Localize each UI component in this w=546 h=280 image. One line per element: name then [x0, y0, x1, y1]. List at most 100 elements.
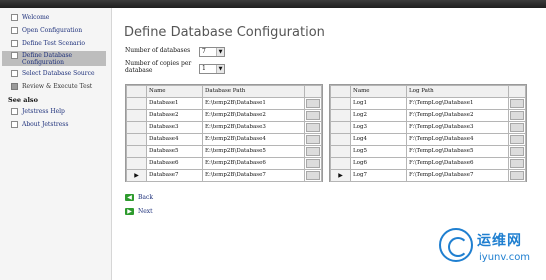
- log-grid[interactable]: Name Log Path Log1 F:\TempLog\Database1 …: [329, 84, 527, 182]
- table-row[interactable]: Database3 E:\temp2B\Database3: [126, 120, 322, 134]
- sidebar-item-label: Review & Execute Test: [22, 83, 93, 90]
- table-row[interactable]: Log4 F:\TempLog\Database4: [330, 132, 526, 146]
- table-row[interactable]: Log6 F:\TempLog\Database6: [330, 156, 526, 170]
- log-path-cell[interactable]: F:\TempLog\Database6: [406, 156, 509, 170]
- column-header-database-path[interactable]: Database Path: [202, 85, 305, 98]
- log-name-cell[interactable]: Log6: [350, 156, 407, 170]
- browse-button[interactable]: [508, 156, 526, 170]
- table-row[interactable]: Database2 E:\temp2B\Database2: [126, 108, 322, 122]
- sidebar-item-label: About Jetstress: [22, 121, 69, 128]
- page-title: Define Database Configuration: [124, 25, 325, 40]
- table-row[interactable]: Database4 E:\temp2B\Database4: [126, 132, 322, 146]
- sidebar-link-jetstress-help[interactable]: Jetstress Help: [2, 108, 110, 115]
- step-checkbox-icon: [11, 52, 18, 59]
- sidebar: Welcome Open Configuration Define Test S…: [0, 8, 112, 280]
- log-path-cell[interactable]: F:\TempLog\Database3: [406, 120, 509, 134]
- row-header-cell: [126, 96, 147, 110]
- browse-button[interactable]: [304, 96, 322, 110]
- database-path-cell[interactable]: E:\temp2B\Database4: [202, 132, 305, 146]
- number-of-databases-select[interactable]: 7 ▼: [199, 47, 225, 57]
- browse-button[interactable]: [508, 132, 526, 146]
- row-header-cell: [330, 144, 351, 158]
- sidebar-item-welcome[interactable]: Welcome: [2, 14, 110, 21]
- step-checkbox-icon: [11, 27, 18, 34]
- browse-button[interactable]: [508, 96, 526, 110]
- table-row[interactable]: Database6 E:\temp2B\Database6: [126, 156, 322, 170]
- log-name-cell[interactable]: Log7: [350, 168, 407, 182]
- row-header-cell: [126, 132, 147, 146]
- see-also-heading: See also: [8, 96, 38, 104]
- browse-button[interactable]: [508, 120, 526, 134]
- database-path-cell[interactable]: E:\temp2B\Database2: [202, 108, 305, 122]
- log-path-cell[interactable]: F:\TempLog\Database4: [406, 132, 509, 146]
- log-path-cell[interactable]: F:\TempLog\Database5: [406, 144, 509, 158]
- table-row[interactable]: Log1 F:\TempLog\Database1: [330, 96, 526, 110]
- database-name-cell[interactable]: Database6: [146, 156, 203, 170]
- database-name-cell[interactable]: Database7: [146, 168, 203, 182]
- column-header-log-path[interactable]: Log Path: [406, 85, 509, 98]
- row-header-cell: [126, 144, 147, 158]
- log-name-cell[interactable]: Log5: [350, 144, 407, 158]
- database-name-cell[interactable]: Database2: [146, 108, 203, 122]
- chevron-down-icon: ▼: [216, 65, 224, 73]
- browse-button[interactable]: [508, 108, 526, 122]
- database-grid[interactable]: Name Database Path Database1 E:\temp2B\D…: [125, 84, 323, 182]
- sidebar-item-define-test-scenario[interactable]: Define Test Scenario: [2, 40, 110, 47]
- step-checkbox-icon: [11, 70, 18, 77]
- back-button[interactable]: ◀ Back: [125, 194, 153, 201]
- next-button[interactable]: ▶ Next: [125, 208, 153, 215]
- table-row[interactable]: Database1 E:\temp2B\Database1: [126, 96, 322, 110]
- log-path-cell[interactable]: F:\TempLog\Database2: [406, 108, 509, 122]
- database-path-cell[interactable]: E:\temp2B\Database5: [202, 144, 305, 158]
- log-path-cell[interactable]: F:\TempLog\Database7: [406, 168, 509, 182]
- number-of-databases-value: 7: [202, 48, 206, 55]
- table-row[interactable]: ▶ Log7 F:\TempLog\Database7: [330, 168, 526, 182]
- row-header-cell: [330, 120, 351, 134]
- database-name-cell[interactable]: Database4: [146, 132, 203, 146]
- browse-button[interactable]: [304, 144, 322, 158]
- browse-button[interactable]: [508, 168, 526, 182]
- database-name-cell[interactable]: Database3: [146, 120, 203, 134]
- browse-button[interactable]: [304, 168, 322, 182]
- next-arrow-icon: ▶: [125, 208, 134, 215]
- sidebar-item-label: Define Database Configuration: [22, 52, 73, 66]
- database-name-cell[interactable]: Database5: [146, 144, 203, 158]
- column-header-name[interactable]: Name: [146, 85, 203, 98]
- database-path-cell[interactable]: E:\temp2B\Database1: [202, 96, 305, 110]
- sidebar-item-open-configuration[interactable]: Open Configuration: [2, 27, 110, 34]
- watermark-logo-icon: [439, 228, 473, 262]
- sidebar-item-label: Define Test Scenario: [22, 40, 86, 47]
- sidebar-item-select-database-source[interactable]: Select Database Source: [2, 70, 110, 77]
- database-name-cell[interactable]: Database1: [146, 96, 203, 110]
- number-of-copies-select[interactable]: 1 ▼: [199, 64, 225, 74]
- step-checkbox-icon: [11, 40, 18, 47]
- step-checkbox-icon: [11, 14, 18, 21]
- sidebar-item-label: Welcome: [22, 14, 50, 21]
- column-header-browse: [304, 85, 322, 98]
- help-icon: [11, 108, 18, 115]
- browse-button[interactable]: [304, 156, 322, 170]
- browse-button[interactable]: [304, 120, 322, 134]
- log-name-cell[interactable]: Log3: [350, 120, 407, 134]
- next-label: Next: [138, 208, 153, 215]
- table-row[interactable]: Database5 E:\temp2B\Database5: [126, 144, 322, 158]
- browse-button[interactable]: [304, 132, 322, 146]
- database-path-cell[interactable]: E:\temp2B\Database7: [202, 168, 305, 182]
- table-row[interactable]: Log3 F:\TempLog\Database3: [330, 120, 526, 134]
- sidebar-item-define-database-configuration[interactable]: Define Database Configuration: [2, 51, 106, 66]
- sidebar-item-review-execute-test[interactable]: Review & Execute Test: [2, 83, 110, 90]
- database-path-cell[interactable]: E:\temp2B\Database3: [202, 120, 305, 134]
- table-row[interactable]: Log2 F:\TempLog\Database2: [330, 108, 526, 122]
- browse-button[interactable]: [508, 144, 526, 158]
- log-name-cell[interactable]: Log4: [350, 132, 407, 146]
- sidebar-link-about-jetstress[interactable]: About Jetstress: [2, 121, 110, 128]
- column-header-name[interactable]: Name: [350, 85, 407, 98]
- browse-button[interactable]: [304, 108, 322, 122]
- row-header-cell: [330, 96, 351, 110]
- log-path-cell[interactable]: F:\TempLog\Database1: [406, 96, 509, 110]
- log-name-cell[interactable]: Log2: [350, 108, 407, 122]
- table-row[interactable]: ▶ Database7 E:\temp2B\Database7: [126, 168, 322, 182]
- log-name-cell[interactable]: Log1: [350, 96, 407, 110]
- database-path-cell[interactable]: E:\temp2B\Database6: [202, 156, 305, 170]
- table-row[interactable]: Log5 F:\TempLog\Database5: [330, 144, 526, 158]
